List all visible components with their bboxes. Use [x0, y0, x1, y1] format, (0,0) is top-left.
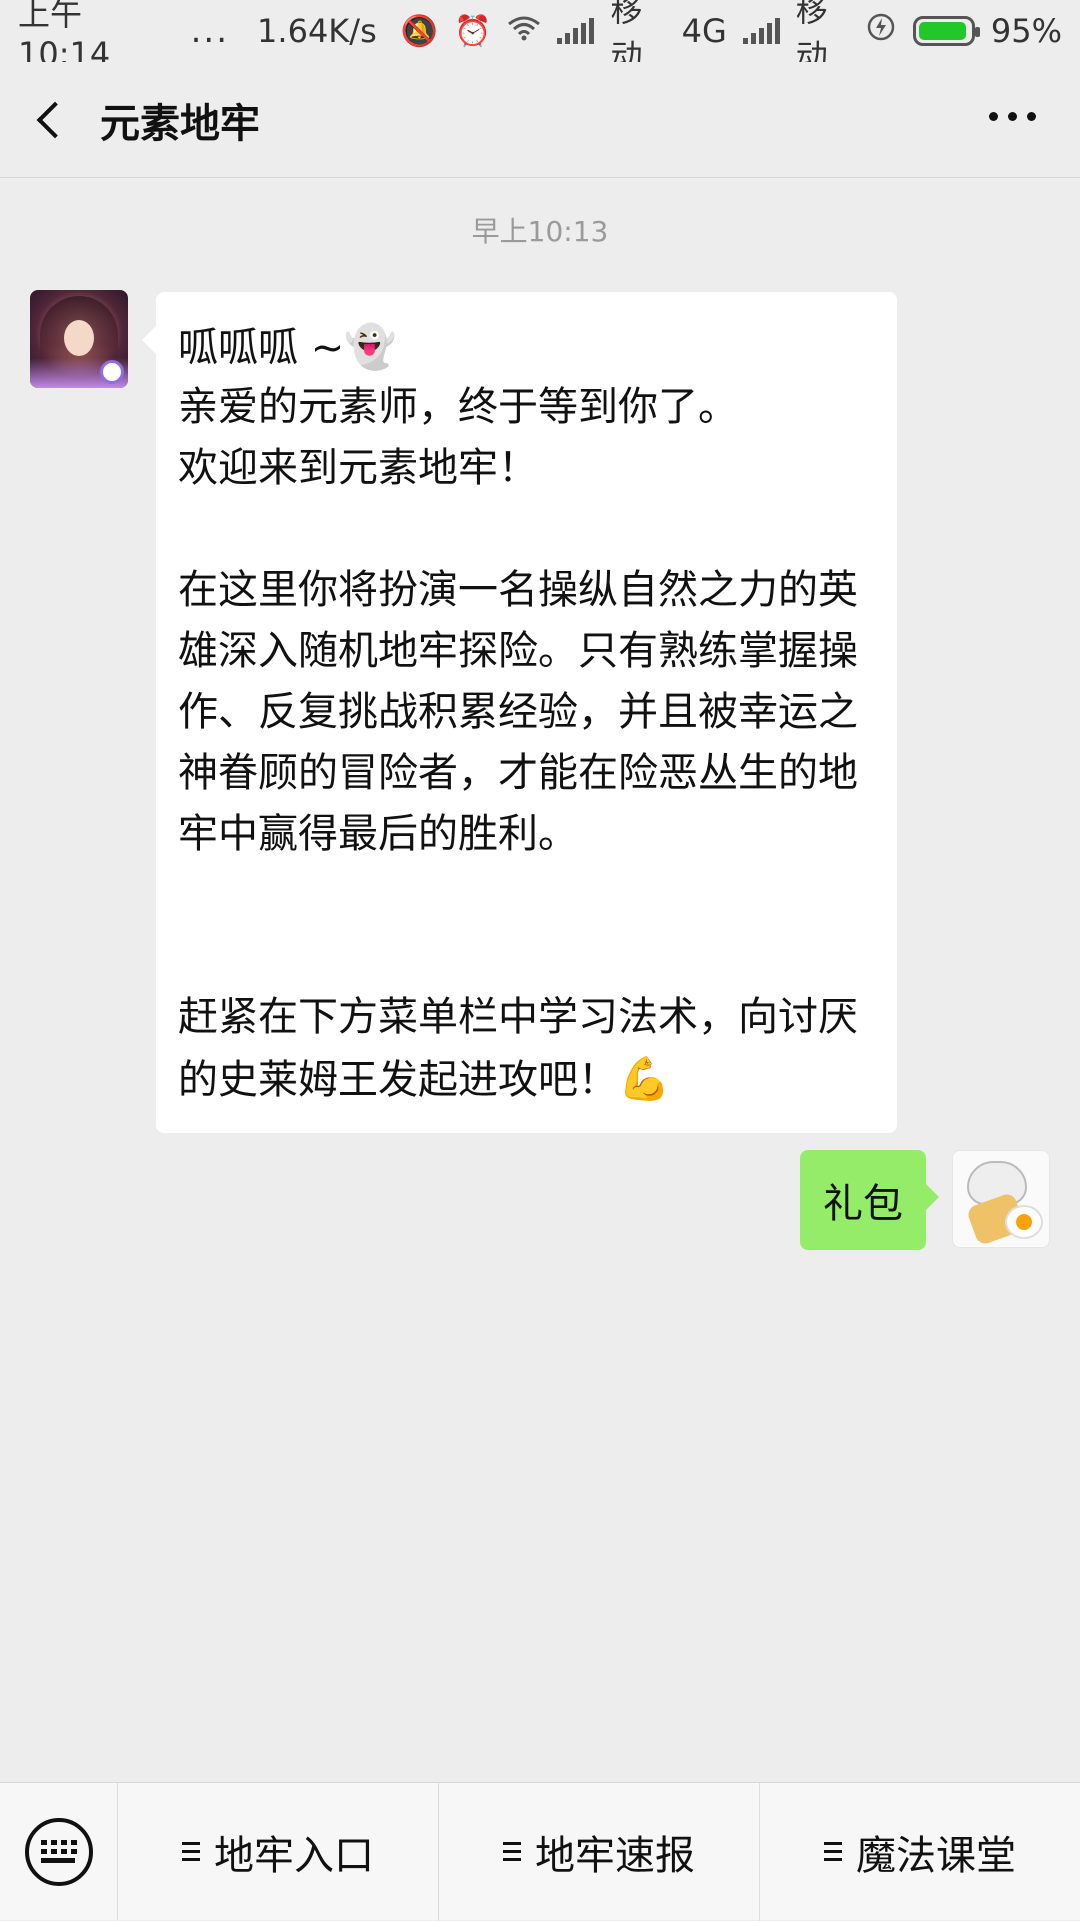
battery-percent: 95%	[990, 12, 1063, 50]
bottom-menu-bar: 地牢入口 地牢速报 魔法课堂	[0, 1782, 1080, 1921]
network-type: 4G	[681, 12, 727, 50]
page-title: 元素地牢	[100, 100, 260, 147]
menu-item-magic-class[interactable]: 魔法课堂	[760, 1783, 1080, 1921]
battery-icon	[912, 16, 980, 46]
message-line: 亲爱的元素师，终于等到你了。	[178, 384, 738, 430]
wifi-icon	[507, 14, 541, 49]
mute-bell-icon: 🔕	[400, 13, 439, 49]
status-bar: 上午10:14 ... 1.64K/s 🔕 ⏰ 移动 4G 移动 95%	[0, 0, 1080, 75]
alarm-icon: ⏰	[454, 13, 492, 49]
keyboard-toggle-icon[interactable]	[0, 1782, 118, 1921]
user-avatar[interactable]	[952, 1150, 1050, 1248]
more-options-icon[interactable]	[989, 112, 1036, 121]
message-line: 作、反复挑战积累经验，并且被幸运之	[178, 689, 858, 735]
ghost-emoji-icon: 👻	[344, 322, 397, 371]
message-line: 赶紧在下方菜单栏中学习法术，向讨厌	[178, 994, 858, 1040]
notification-dots-icon: ...	[190, 11, 230, 51]
message-line: 雄深入随机地牢探险。只有熟练掌握操	[178, 628, 858, 674]
message-line: 呱呱呱 ~👻	[178, 322, 397, 371]
official-account-avatar[interactable]	[30, 290, 128, 388]
message-timestamp: 早上10:13	[471, 215, 609, 248]
menu-item-dungeon-entrance[interactable]: 地牢入口	[118, 1782, 439, 1921]
incoming-message-bubble[interactable]: 呱呱呱 ~👻 亲爱的元素师，终于等到你了。 欢迎来到元素地牢！ 在这里你将扮演一…	[142, 292, 897, 1133]
outgoing-message-bubble[interactable]: 礼包	[800, 1150, 939, 1250]
menu-icon	[182, 1842, 200, 1861]
charging-icon	[867, 13, 895, 49]
message-line: 的史莱姆王发起进攻吧！💪	[178, 1054, 671, 1103]
menu-icon	[503, 1842, 521, 1861]
network-speed: 1.64K/s	[257, 12, 377, 50]
menu-item-label: 魔法课堂	[856, 1832, 1016, 1879]
menu-icon	[824, 1842, 842, 1861]
signal-icon	[557, 18, 595, 44]
back-arrow-icon[interactable]	[0, 62, 100, 178]
message-line: 神眷顾的冒险者，才能在险恶丛生的地	[178, 750, 858, 796]
menu-item-label: 地牢速报	[535, 1832, 695, 1879]
message-line: 牢中赢得最后的胜利。	[178, 811, 578, 857]
menu-item-label: 地牢入口	[214, 1832, 374, 1879]
menu-item-dungeon-news[interactable]: 地牢速报	[439, 1782, 760, 1921]
nav-bar: 元素地牢	[0, 62, 1080, 178]
message-line: 在这里你将扮演一名操纵自然之力的英	[178, 567, 858, 613]
signal-icon-2	[742, 18, 780, 44]
muscle-emoji-icon: 💪	[618, 1054, 671, 1103]
message-line: 欢迎来到元素地牢！	[178, 445, 538, 491]
